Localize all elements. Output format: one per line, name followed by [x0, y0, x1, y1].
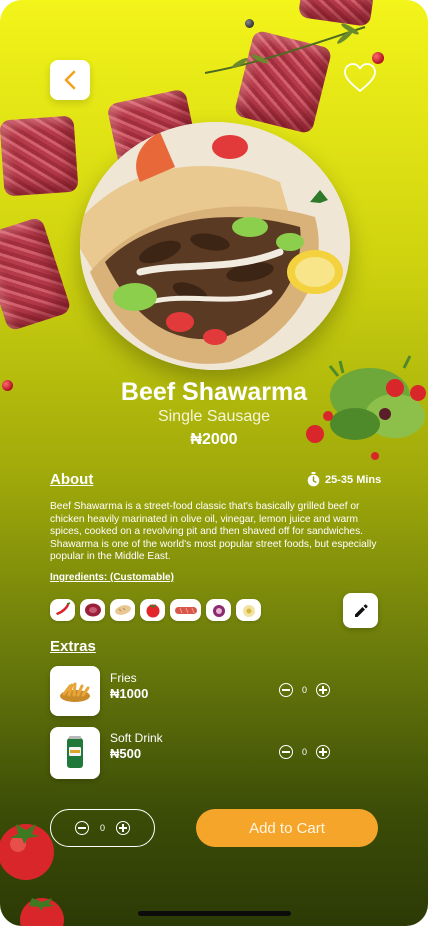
- extra-price: ₦500: [110, 746, 142, 761]
- tomato-decoration: [20, 898, 64, 926]
- product-price: ₦2000: [190, 431, 238, 448]
- garlic-icon: [242, 605, 255, 617]
- about-heading: About: [50, 471, 94, 488]
- prep-time-label: 25-35 Mins: [325, 473, 382, 486]
- product-image: [80, 122, 350, 370]
- soda-can-icon: [67, 736, 83, 768]
- extras-heading: Extras: [50, 638, 96, 655]
- extra-quantity-stepper: 0: [279, 745, 331, 759]
- home-indicator[interactable]: [138, 911, 291, 916]
- heart-icon[interactable]: [343, 62, 377, 94]
- meat-cube-decoration: [0, 216, 72, 332]
- minus-icon[interactable]: [74, 821, 89, 835]
- cart-quantity: 0: [99, 823, 105, 833]
- berry-decoration: [245, 19, 254, 28]
- shawarma-image: [80, 122, 350, 370]
- product-name: Beef Shawarma: [120, 378, 308, 406]
- extra-name: Fries: [110, 671, 137, 685]
- beef-icon: [84, 603, 101, 617]
- ingredient-onion[interactable]: [206, 599, 231, 621]
- plus-icon[interactable]: [116, 821, 130, 835]
- ingredients-heading: Ingredients: (Customable): [50, 572, 174, 583]
- fries-icon: [60, 682, 90, 702]
- bread-icon: [114, 605, 131, 615]
- minus-icon[interactable]: [279, 745, 293, 759]
- extra-price: ₦1000: [110, 686, 149, 701]
- ingredient-beef[interactable]: [80, 599, 105, 621]
- ingredient-sausage[interactable]: [170, 599, 201, 621]
- chili-pepper-icon: [55, 602, 70, 615]
- ingredient-bread[interactable]: [110, 599, 135, 621]
- product-variant: Single Sausage: [157, 408, 271, 425]
- ingredient-tomato[interactable]: [140, 599, 165, 621]
- cart-stepper-controls: 0: [74, 821, 130, 835]
- back-button[interactable]: [50, 60, 90, 100]
- meat-cube-decoration: [0, 115, 79, 197]
- plus-icon[interactable]: [316, 683, 331, 697]
- extra-quantity-stepper: 0: [279, 683, 331, 697]
- ingredient-chili-pepper[interactable]: [50, 599, 75, 621]
- stopwatch-icon: [307, 472, 320, 487]
- plus-icon[interactable]: [316, 745, 331, 759]
- extra-name: Soft Drink: [110, 731, 163, 745]
- tomato-icon: [146, 604, 159, 618]
- product-detail-screen: Beef Shawarma Single Sausage ₦2000 About…: [0, 0, 428, 926]
- pencil-icon: [354, 603, 368, 617]
- add-to-cart-button[interactable]: Add to Cart: [196, 809, 378, 847]
- ingredient-garlic[interactable]: [236, 599, 261, 621]
- prep-time: 25-35 Mins: [307, 472, 381, 487]
- about-description: Beef Shawarma is a street-food classic t…: [50, 501, 377, 563]
- extra-thumbnail-soft-drink: [50, 727, 100, 779]
- minus-icon[interactable]: [279, 683, 293, 697]
- extra-quantity: 0: [302, 685, 308, 695]
- onion-icon: [212, 605, 225, 617]
- ingredients-list: [50, 599, 261, 621]
- extra-thumbnail-fries: [50, 666, 100, 716]
- edit-ingredients-button[interactable]: [343, 593, 378, 628]
- sausage-icon: [174, 607, 197, 614]
- chevron-left-icon: [64, 70, 76, 90]
- cart-quantity-stepper: 0: [50, 809, 155, 847]
- extra-quantity: 0: [302, 747, 308, 757]
